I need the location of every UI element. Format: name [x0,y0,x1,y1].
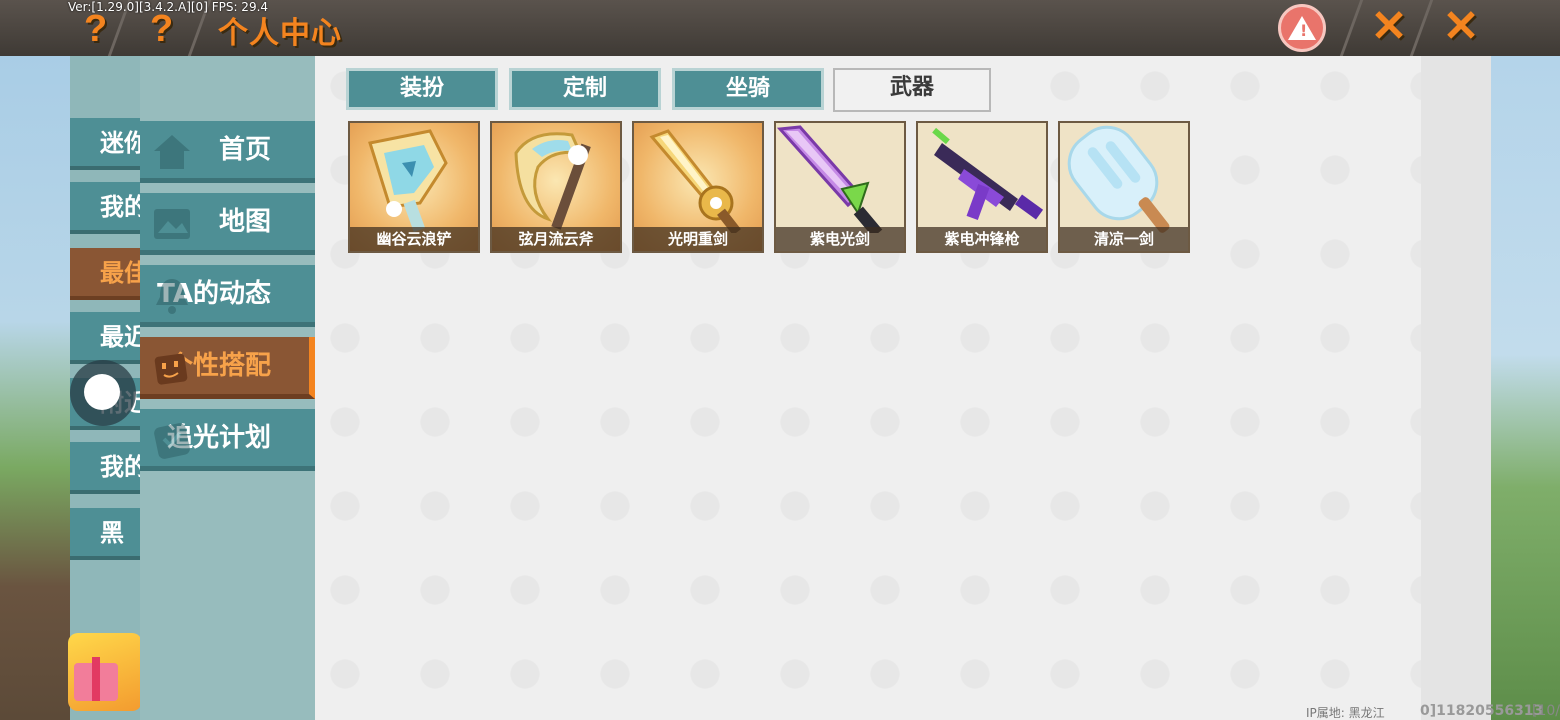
background-menu-item: 我的 [70,182,142,234]
background-menu-item: 我的 [70,442,142,494]
help-button-back[interactable]: ? [84,8,107,51]
joystick-knob[interactable] [84,374,120,410]
smg-icon [932,127,1044,221]
weapon-item[interactable]: 弦月流云斧 [490,121,622,253]
nav-item-label: 地图 [218,207,271,237]
gift-button[interactable] [68,633,142,711]
background-menu-item: 迷你 [70,118,142,170]
background-menu-item: 最近 [70,312,142,364]
weapon-item[interactable]: 幽谷云浪铲 [348,121,480,253]
nav-item-plan[interactable]: 追光计划 [140,409,315,471]
weapon-item[interactable]: 光明重剑 [632,121,764,253]
golden-sword-icon [649,129,741,233]
virtual-joystick[interactable] [70,360,136,426]
game-world-background-right [1490,56,1560,720]
background-menu-item: 黑 [70,508,142,560]
gift-ribbon [92,657,100,701]
popsicle-icon [1067,125,1170,233]
tab-outfit[interactable]: 装扮 [346,68,498,110]
exclamation-icon: ! [1300,21,1308,40]
uid-text: 0]11820556313 [1420,703,1544,719]
axe-icon [514,132,591,230]
top-bar-divider [1409,0,1434,56]
nav-item-map[interactable]: 地图 [140,193,315,255]
plan-icon [154,423,190,459]
house-icon [154,135,190,169]
report-button[interactable]: ! [1278,4,1326,52]
weapon-name: 弦月流云斧 [492,227,620,251]
weapon-item[interactable]: 清凉一剑 [1058,121,1190,253]
help-button[interactable]: ? [150,8,173,51]
nav-item-outfit[interactable]: 个性搭配 [140,337,315,399]
weapon-item[interactable]: 紫电冲锋枪 [916,121,1048,253]
weapon-name: 幽谷云浪铲 [350,227,478,251]
background-menu-item-active: 最佳 [70,248,142,300]
ip-location-text: IP属地: 黑龙江 [1306,706,1385,720]
shovel-icon [368,129,448,233]
weapon-name: 清凉一剑 [1060,227,1188,251]
weapon-name: 紫电冲锋枪 [918,227,1046,251]
nav-item-home[interactable]: 首页 [140,121,315,183]
nav-item-label: 首页 [218,135,271,165]
weapon-name: 光明重剑 [634,227,762,251]
close-button-back[interactable]: ✕ [1366,4,1412,50]
tab-custom[interactable]: 定制 [509,68,661,110]
tab-mount[interactable]: 坐骑 [672,68,824,110]
avatar-icon [154,353,188,385]
map-icon [154,209,190,239]
game-world-background-left [0,56,70,720]
top-bar-divider [1339,0,1364,56]
close-button[interactable]: ✕ [1438,4,1484,50]
content-right-edge [1421,56,1491,720]
page-indicator: [10/ [1532,703,1560,719]
weapon-name: 紫电光剑 [776,227,904,251]
weapon-item[interactable]: 紫电光剑 [774,121,906,253]
bell-icon [156,279,188,314]
page-title: 个人中心 [218,16,342,51]
nav-item-activity[interactable]: TA的动态 [140,265,315,327]
purple-sword-icon [776,125,883,233]
tab-weapon[interactable]: 武器 [833,68,991,112]
